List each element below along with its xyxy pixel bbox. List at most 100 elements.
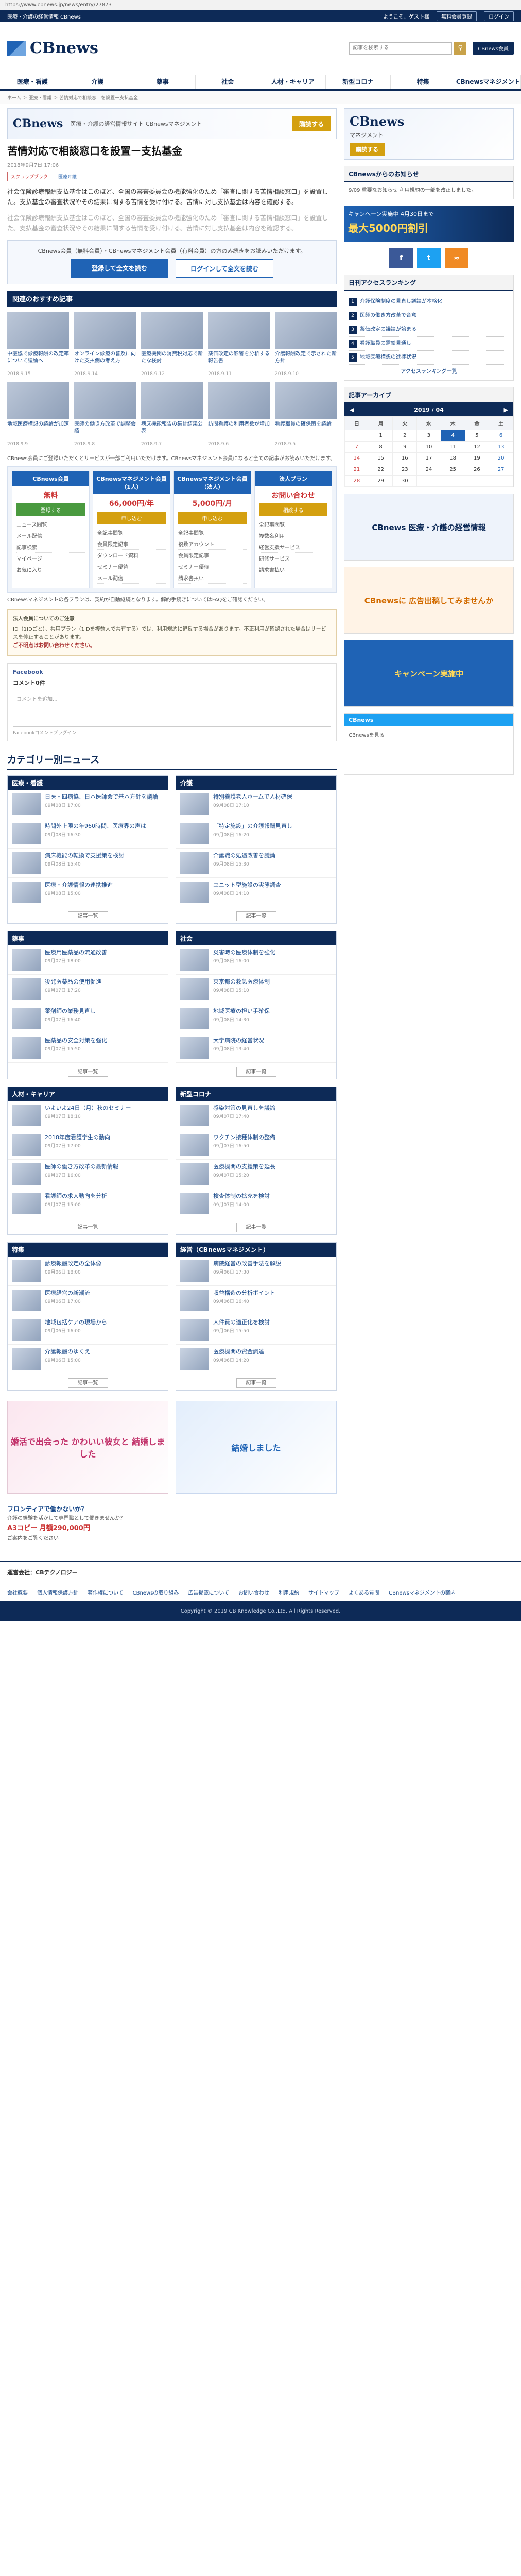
calendar-day[interactable]: 23 [392, 464, 418, 476]
site-logo[interactable]: CBnews [7, 39, 98, 57]
calendar-day[interactable]: 22 [368, 464, 393, 476]
calendar-day[interactable]: 7 [344, 441, 369, 453]
calendar-day[interactable]: 20 [489, 452, 513, 464]
search-icon[interactable]: ⚲ [454, 42, 467, 55]
calendar-day[interactable]: 25 [440, 464, 465, 476]
side-subscribe-button[interactable]: 購読する [350, 143, 385, 156]
category-item[interactable]: いよいよ24日（月）秋のセミナー 09月07日 18:10 [8, 1101, 168, 1130]
category-item[interactable]: 介護報酬のゆくえ 09月06日 15:00 [8, 1345, 168, 1374]
calendar-day[interactable]: 27 [489, 464, 513, 476]
register-link[interactable]: 無料会員登録 [437, 11, 477, 21]
twitter-icon[interactable]: t [417, 248, 441, 268]
calendar-day[interactable]: 10 [416, 441, 441, 453]
ranking-item[interactable]: 1 介護保険制度の見直し議論が本格化 [349, 295, 509, 309]
category-item[interactable]: 2018年度看護学生の動向 09月07日 17:00 [8, 1130, 168, 1160]
footer-link[interactable]: 個人情報保護方針 [37, 1588, 78, 1596]
login-link[interactable]: ログイン [484, 11, 514, 21]
nav-item-career[interactable]: 人材・キャリア [260, 75, 326, 89]
category-item[interactable]: 災害時の医療体制を強化 09月08日 16:00 [176, 945, 336, 975]
footer-link[interactable]: 会社概要 [7, 1588, 28, 1596]
nav-item-management[interactable]: CBnewsマネジメント [456, 75, 521, 89]
category-item[interactable]: 医師の働き方改革の最新情報 09月07日 16:00 [8, 1160, 168, 1189]
member-button[interactable]: CBnews会員 [473, 42, 514, 55]
category-item[interactable]: 後発医薬品の使用促進 09月07日 17:20 [8, 975, 168, 1004]
side-subscribe-banner[interactable]: CBnews マネジメント 購読する [344, 108, 514, 160]
calendar-day[interactable]: 29 [368, 475, 393, 487]
recommend-item[interactable]: オンライン診療の普及に向けた支払側の考え方 2018.9.14 [74, 311, 136, 377]
category-item[interactable]: 介護職の処遇改善を議論 09月08日 15:30 [176, 849, 336, 878]
ranking-item[interactable]: 5 地域医療構想の進捗状況 [349, 351, 509, 365]
calendar-day[interactable]: 5 [464, 430, 490, 442]
tag-category[interactable]: 医療介護 [55, 172, 81, 181]
campaign-banner[interactable]: キャンペーン実施中 4月30日まで 最大5000円割引 [344, 206, 514, 242]
footer-link[interactable]: よくある質問 [349, 1588, 379, 1596]
recommend-item[interactable]: 医師の働き方改革で調整会議 2018.9.8 [74, 381, 136, 447]
category-more-button[interactable]: 記事一覧 [67, 1222, 108, 1232]
rss-icon[interactable]: ≈ [445, 248, 468, 268]
notice-box-body[interactable]: 9/09 重要なお知らせ 利用規約の一部を改正しました。 [344, 182, 513, 199]
recommend-item[interactable]: 中医協で診療報酬の改定率について議論へ 2018.9.15 [7, 311, 69, 377]
calendar-day[interactable]: 4 [440, 430, 465, 442]
recommend-item[interactable]: 地域医療構想の議論が加速 2018.9.9 [7, 381, 69, 447]
comment-input[interactable]: コメントを追加... [13, 690, 331, 727]
category-item[interactable]: 人件費の適正化を検討 09月06日 15:50 [176, 1315, 336, 1345]
tag-scrapbook[interactable]: スクラップブック [7, 172, 52, 181]
calendar-day[interactable]: 6 [489, 430, 513, 442]
calendar-day[interactable]: 30 [392, 475, 418, 487]
register-read-button[interactable]: 登録して全文を読む [71, 259, 168, 278]
category-more-button[interactable]: 記事一覧 [67, 1066, 108, 1077]
search-input[interactable] [349, 42, 453, 55]
category-item[interactable]: 収益構造の分析ポイント 09月06日 16:40 [176, 1286, 336, 1315]
footer-link[interactable]: お問い合わせ [238, 1588, 269, 1596]
nav-item-society[interactable]: 社会 [196, 75, 260, 89]
category-item[interactable]: 薬剤師の業務見直し 09月07日 16:40 [8, 1004, 168, 1033]
footer-link[interactable]: サイトマップ [308, 1588, 339, 1596]
category-item[interactable]: ワクチン接種体制の整備 09月07日 16:50 [176, 1130, 336, 1160]
recommend-item[interactable]: 看護職員の確保策を議論 2018.9.5 [275, 381, 337, 447]
calendar-day[interactable]: 2 [392, 430, 418, 442]
calendar-day[interactable]: 9 [392, 441, 418, 453]
ranking-item[interactable]: 3 薬価改定の議論が始まる [349, 323, 509, 337]
calendar-day[interactable]: 14 [344, 452, 369, 464]
side-ad-campaign[interactable]: キャンペーン実施中 [344, 640, 514, 707]
category-item[interactable]: 「特定施設」の介護報酬見直し 09月08日 16:20 [176, 819, 336, 849]
category-item[interactable]: 診療報酬改定の全体像 09月06日 18:00 [8, 1257, 168, 1286]
prev-month-icon[interactable]: ◀ [350, 406, 354, 413]
calendar-day[interactable]: 11 [440, 441, 465, 453]
calendar-day[interactable]: 16 [392, 452, 418, 464]
calendar-day[interactable]: 12 [464, 441, 490, 453]
ad-banner-wedding[interactable]: 結婚しました [176, 1400, 337, 1494]
nav-item-pharma[interactable]: 薬事 [130, 75, 196, 89]
category-more-button[interactable]: 記事一覧 [236, 1222, 276, 1232]
category-item[interactable]: 時間外上限の年960時間、医療界の声は 09月08日 16:30 [8, 819, 168, 849]
text-ad-price[interactable]: A3コピー 月額290,000円 [7, 1523, 337, 1534]
twitter-widget-body[interactable]: CBnewsを見る [344, 726, 513, 742]
category-more-button[interactable]: 記事一覧 [236, 911, 276, 921]
category-more-button[interactable]: 記事一覧 [67, 911, 108, 921]
nav-item-feature[interactable]: 特集 [391, 75, 456, 89]
side-ad-cbnews[interactable]: CBnews 医療・介護の経営情報 [344, 494, 514, 561]
category-item[interactable]: 地域医療の担い手確保 09月08日 14:30 [176, 1004, 336, 1033]
category-item[interactable]: 看護師の求人動向を分析 09月07日 15:00 [8, 1189, 168, 1218]
ad-banner-marriage[interactable]: 婚活で出会った かわいい彼女と 結婚しました [7, 1400, 168, 1494]
category-item[interactable]: 感染対策の見直しを議論 09月07日 17:40 [176, 1101, 336, 1130]
category-item[interactable]: 病院経営の改善手法を解説 09月06日 17:30 [176, 1257, 336, 1286]
calendar-day[interactable]: 3 [416, 430, 441, 442]
calendar-day[interactable]: 13 [489, 441, 513, 453]
calendar-day[interactable]: 21 [344, 464, 369, 476]
next-month-icon[interactable]: ▶ [504, 406, 508, 413]
calendar-day[interactable]: 26 [464, 464, 490, 476]
footer-link[interactable]: CBnewsマネジメントの案内 [389, 1588, 456, 1596]
calendar-day[interactable]: 18 [440, 452, 465, 464]
banner-subscribe-button[interactable]: 購読する [291, 116, 331, 131]
facebook-icon[interactable]: f [389, 248, 413, 268]
recommend-item[interactable]: 医療機関の消費税対応で新たな検討 2018.9.12 [141, 311, 203, 377]
footer-link[interactable]: CBnewsの取り組み [133, 1588, 179, 1596]
plan-button[interactable]: 申し込む [178, 511, 247, 524]
ranking-item[interactable]: 2 医師の働き方改革で合意 [349, 309, 509, 323]
category-item[interactable]: 医薬品の安全対策を強化 09月07日 15:50 [8, 1033, 168, 1063]
address-bar[interactable]: https://www.cbnews.jp/news/entry/27873 [0, 0, 521, 10]
ranking-more-link[interactable]: アクセスランキング一覧 [349, 368, 509, 376]
ranking-item[interactable]: 4 看護職員の需給見通し [349, 337, 509, 351]
footer-link[interactable]: 利用規約 [279, 1588, 299, 1596]
